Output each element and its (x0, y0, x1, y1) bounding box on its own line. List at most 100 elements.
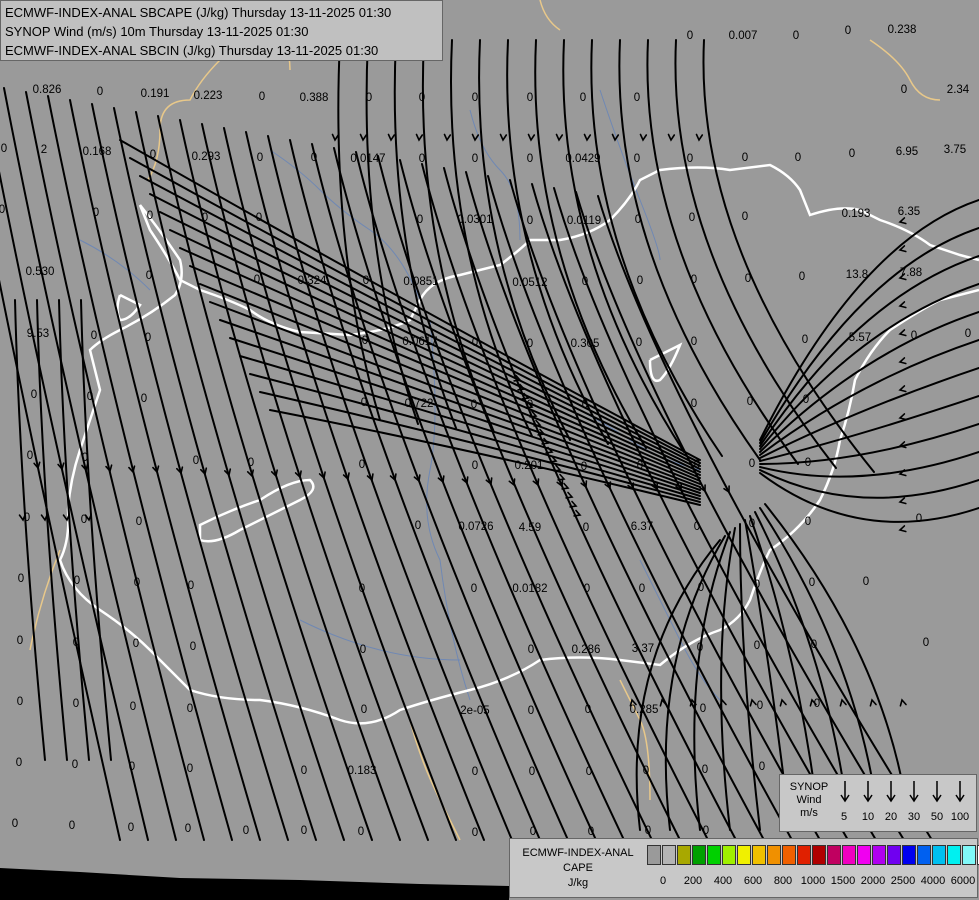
cape-value-label: 0.293 (191, 151, 221, 163)
sbcin-title: ECMWF-INDEX-ANAL SBCIN (J/kg) Thursday 1… (5, 43, 379, 58)
cape-value-label: 0 (140, 393, 148, 405)
cape-value-label: 0 (741, 152, 749, 164)
cape-value-label: 0 (792, 30, 800, 42)
cape-value-label: 2e-05 (460, 705, 490, 717)
cape-value-label: 0 (145, 270, 153, 282)
map-viewport[interactable]: 0.826 0 0.191 0.223 0 0.388 0 0 0 0 0 0 0 0.007 0 0 0.23… (0, 0, 979, 900)
cape-value-label: 0 (358, 583, 366, 595)
cape-value-label: 0.0429 (565, 153, 601, 165)
cape-value-label: 0 (471, 337, 479, 349)
cape-tick-label: 0 (659, 875, 667, 887)
cape-value-label: 0 (68, 820, 76, 832)
cape-value-label: 0.530 (25, 266, 55, 278)
cape-value-label: 0.0301 (457, 214, 493, 226)
cape-value-label: 0 (581, 399, 589, 411)
cape-color-swatch (677, 845, 691, 865)
cape-value-label: 0 (184, 823, 192, 835)
down-arrow-icon (909, 781, 919, 803)
cape-value-label: 0 (358, 459, 366, 471)
cape-value-label: 0 (813, 698, 821, 710)
cape-value-label: 0 (0, 204, 6, 216)
down-arrow-icon (932, 781, 942, 803)
cape-value-label: 2 (40, 144, 48, 156)
cape-color-swatch (722, 845, 736, 865)
cape-value-label: 0 (360, 397, 368, 409)
cape-value-label: 0 (915, 513, 923, 525)
synop-speed-label: 5 (840, 811, 848, 823)
cape-value-label: 0 (581, 276, 589, 288)
cape-value-label: 0 (748, 458, 756, 470)
cape-value-label: 0 (201, 212, 209, 224)
cape-value-label: 0 (848, 148, 856, 160)
cape-value-label: 0.0851 (403, 276, 439, 288)
cape-tick-label: 4000 (920, 875, 946, 887)
cape-color-swatch (767, 845, 781, 865)
cape-value-label: 0 (132, 638, 140, 650)
weather-map (0, 0, 979, 900)
cape-value-label: 0 (414, 520, 422, 532)
cape-value-label: 0 (0, 143, 8, 155)
cape-color-swatch (872, 845, 886, 865)
cape-value-label: 0 (71, 759, 79, 771)
cape-value-label: 0 (81, 452, 89, 464)
cape-value-label: 0 (693, 521, 701, 533)
cape-value-label: 6.37 (630, 521, 654, 533)
synop-wind-title: SYNOP Wind (m/s) 10m Thursday 13-11-2025… (5, 24, 309, 39)
cape-value-label: 0 (72, 637, 80, 649)
cape-value-label: 0.388 (299, 92, 329, 104)
cape-value-label: 0 (416, 214, 424, 226)
cape-value-label: 0 (922, 637, 930, 649)
cape-value-label: 0.193 (841, 208, 871, 220)
cape-legend-title-line: ECMWF-INDEX-ANAL (522, 847, 634, 859)
cape-value-label: 0.183 (347, 765, 377, 777)
cape-legend-title: ECMWF-INDEX-ANAL CAPE J/kg (512, 846, 644, 891)
cape-tick-label: 6000 (950, 875, 976, 887)
cape-value-label: 0 (579, 92, 587, 104)
cape-value-label: 0 (801, 334, 809, 346)
cape-value-label: 0 (149, 149, 157, 161)
cape-color-swatch (887, 845, 901, 865)
cape-value-label: 0.305 (570, 338, 600, 350)
cape-color-scale (647, 845, 979, 867)
cape-value-label: 0 (23, 512, 31, 524)
cape-value-label: 0 (470, 583, 478, 595)
cape-value-label: 0 (26, 450, 34, 462)
cape-value-label: 0 (642, 765, 650, 777)
cape-value-label: 0 (744, 273, 752, 285)
cape-value-label: 0 (300, 765, 308, 777)
cape-value-label: 0 (471, 153, 479, 165)
cape-value-label: 0 (527, 644, 535, 656)
cape-value-label: 0 (144, 332, 152, 344)
cape-value-label: 0 (794, 152, 802, 164)
cape-value-label: 0 (638, 583, 646, 595)
cape-value-label: 0.0147 (350, 153, 386, 165)
cape-value-label: 0 (128, 761, 136, 773)
cape-value-label: 0 (633, 153, 641, 165)
cape-value-label: 0 (758, 761, 766, 773)
cape-value-label: 0 (253, 274, 261, 286)
cape-value-label: 0 (362, 275, 370, 287)
cape-value-label: 0 (701, 764, 709, 776)
cape-color-swatch (962, 845, 976, 865)
cape-legend: ECMWF-INDEX-ANAL CAPE J/kg 0 200 400 600 800… (509, 838, 979, 898)
cape-value-label: 0 (133, 577, 141, 589)
cape-value-label: 0.286 (571, 644, 601, 656)
cape-value-label: 0 (635, 337, 643, 349)
cape-value-label: 0 (300, 825, 308, 837)
cape-tick-label: 600 (743, 875, 763, 887)
cape-value-label: 0 (585, 766, 593, 778)
cape-value-label: 0 (696, 642, 704, 654)
cape-value-label: 0 (802, 394, 810, 406)
cape-value-label: 0 (471, 92, 479, 104)
down-arrow-icon (863, 781, 873, 803)
cape-value-label: 0 (359, 644, 367, 656)
cape-value-label: 0 (146, 210, 154, 222)
cape-color-swatch (692, 845, 706, 865)
cape-value-label: 0 (964, 328, 972, 340)
cape-value-label: 0 (798, 271, 806, 283)
synop-legend-title-line: Wind (796, 794, 822, 806)
cape-value-label: 0 (636, 275, 644, 287)
cape-value-label: 6.95 (895, 146, 919, 158)
cape-value-label: 0 (688, 212, 696, 224)
synop-speed-label: 100 (950, 811, 970, 823)
